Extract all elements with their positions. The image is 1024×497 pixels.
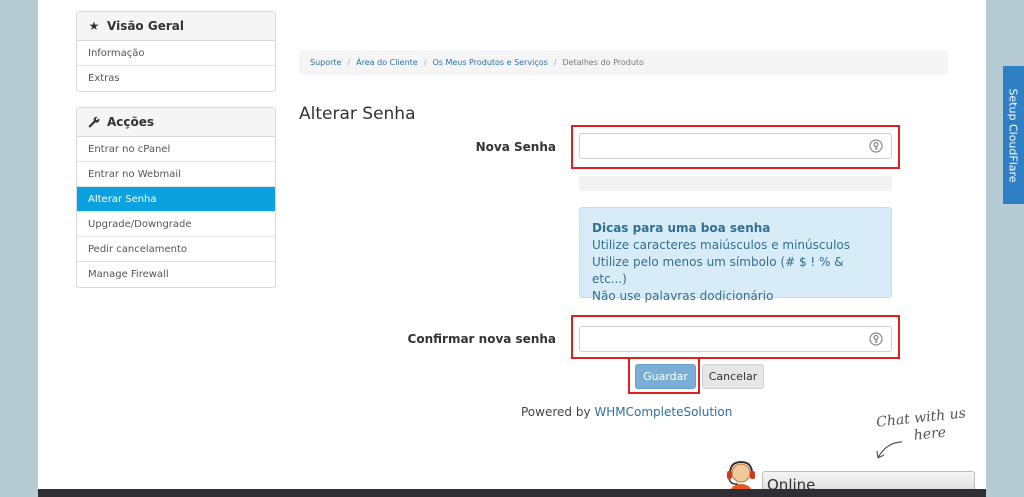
password-tip: Não use palavras dodicionário <box>592 289 774 303</box>
overview-panel-heading: ★ Visão Geral <box>77 12 275 41</box>
password-tips-box: Dicas para uma boa senha Utilize caracte… <box>579 207 892 303</box>
setup-cloudflare-label: Setup CloudFlare <box>1007 87 1021 183</box>
overview-panel-title: Visão Geral <box>107 19 184 33</box>
new-password-input[interactable] <box>580 134 891 158</box>
password-tip: Utilize caracteres maiúsculos e minúscul… <box>592 238 851 252</box>
chat-arrow-icon <box>876 441 903 459</box>
breadcrumb-link-suporte[interactable]: Suporte <box>310 58 341 67</box>
sidebar-item-entrar-cpanel[interactable]: Entrar no cPanel <box>77 137 275 162</box>
whmcs-link[interactable]: WHMCompleteSolution <box>594 405 732 419</box>
breadcrumb-separator: / <box>347 58 351 67</box>
powered-by: Powered by WHMCompleteSolution <box>521 405 732 419</box>
password-key-icon <box>869 332 883 346</box>
setup-cloudflare-tab[interactable]: Setup CloudFlare <box>1003 66 1024 204</box>
breadcrumb-current: Detalhes do Produto <box>562 58 644 67</box>
password-tips-title: Dicas para uma boa senha <box>592 221 771 235</box>
breadcrumb: Suporte / Área do Cliente / Os Meus Prod… <box>299 50 948 75</box>
wrench-icon <box>87 116 101 128</box>
breadcrumb-link-produtos-servicos[interactable]: Os Meus Produtos e Serviços <box>432 58 547 67</box>
new-password-field[interactable] <box>579 133 892 159</box>
overview-panel: ★ Visão Geral Informação Extras <box>76 11 276 92</box>
password-tip: Utilize pelo menos um símbolo (# $ ! % &… <box>592 255 844 286</box>
sidebar-item-manage-firewall[interactable]: Manage Firewall <box>77 262 275 287</box>
footer-bar <box>38 489 986 497</box>
sidebar-item-informacao[interactable]: Informação <box>77 41 275 66</box>
star-icon: ★ <box>88 19 100 33</box>
actions-panel: Acções Entrar no cPanel Entrar no Webmai… <box>76 107 276 288</box>
confirm-password-label: Confirmar nova senha <box>407 332 556 346</box>
sidebar-item-upgrade-downgrade[interactable]: Upgrade/Downgrade <box>77 212 275 237</box>
breadcrumb-link-area-cliente[interactable]: Área do Cliente <box>356 58 418 67</box>
breadcrumb-separator: / <box>553 58 557 67</box>
cancel-button[interactable]: Cancelar <box>702 364 764 389</box>
save-button[interactable]: Guardar <box>635 364 696 389</box>
actions-panel-title: Acções <box>107 115 155 129</box>
breadcrumb-separator: / <box>423 58 427 67</box>
password-strength-bar <box>579 176 892 191</box>
sidebar-item-entrar-webmail[interactable]: Entrar no Webmail <box>77 162 275 187</box>
sidebar-item-extras[interactable]: Extras <box>77 66 275 91</box>
password-key-icon <box>869 139 883 153</box>
confirm-password-field[interactable] <box>579 326 892 352</box>
sidebar-item-alterar-senha[interactable]: Alterar Senha <box>77 187 275 212</box>
actions-panel-heading: Acções <box>77 108 275 137</box>
sidebar-item-pedir-cancelamento[interactable]: Pedir cancelamento <box>77 237 275 262</box>
page-title: Alterar Senha <box>299 104 416 124</box>
confirm-password-input[interactable] <box>580 327 891 351</box>
powered-by-prefix: Powered by <box>521 405 595 419</box>
new-password-label: Nova Senha <box>475 140 556 154</box>
